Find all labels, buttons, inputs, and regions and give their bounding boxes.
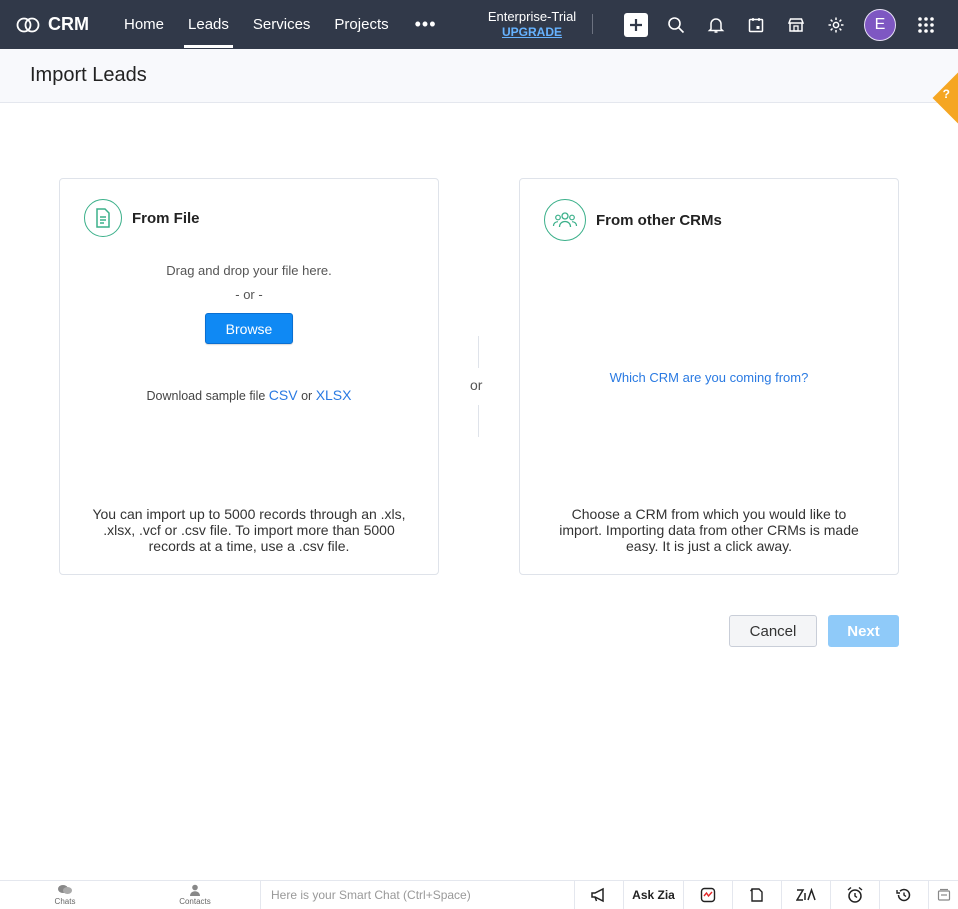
notifications-button[interactable] (696, 0, 736, 49)
brand-name: CRM (48, 14, 89, 34)
from-crm-card: From other CRMs Which CRM are you coming… (519, 178, 899, 575)
tab-services[interactable]: Services (241, 0, 323, 49)
top-icon-group: E (616, 0, 946, 49)
top-nav-bar: CRM Home Leads Services Projects ••• Ent… (0, 0, 958, 49)
reminders-button[interactable] (830, 881, 879, 909)
trial-info: Enterprise-Trial UPGRADE (476, 9, 588, 39)
from-file-footer: You can import up to 5000 records throug… (92, 506, 406, 554)
activity-button[interactable] (683, 881, 732, 909)
plan-name: Enterprise-Trial (487, 9, 577, 24)
crm-logo[interactable]: CRM (16, 14, 112, 35)
ask-zia-button[interactable]: Ask Zia (623, 881, 683, 909)
gear-icon (828, 17, 844, 32)
bottom-bar: Chats Contacts Here is your Smart Chat (… (0, 880, 958, 909)
tab-projects[interactable]: Projects (322, 0, 400, 49)
separator-line-bottom (478, 405, 479, 437)
from-file-title: From File (132, 209, 200, 227)
from-crm-header: From other CRMs (544, 199, 722, 241)
search-button[interactable] (656, 0, 696, 49)
sample-prefix: Download sample file (146, 389, 266, 403)
next-button[interactable]: Next (828, 615, 899, 647)
or-text: - or - (235, 287, 263, 302)
xlsx-sample-link[interactable]: XLSX (316, 387, 352, 403)
zia-button[interactable] (781, 881, 830, 909)
megaphone-icon (591, 887, 604, 903)
marketplace-button[interactable] (776, 0, 816, 49)
calendar-button[interactable] (736, 0, 776, 49)
contacts-label: Contacts (179, 897, 211, 906)
from-file-header: From File (84, 199, 200, 237)
nav-divider (592, 14, 593, 34)
which-crm-link[interactable]: Which CRM are you coming from? (520, 370, 898, 385)
settings-button[interactable] (816, 0, 856, 49)
store-icon (787, 17, 805, 32)
upgrade-link[interactable]: UPGRADE (476, 25, 588, 39)
pulse-icon (700, 887, 716, 903)
drag-drop-text: Drag and drop your file here. (166, 263, 332, 278)
from-crm-title: From other CRMs (596, 211, 722, 229)
smart-chat-input[interactable]: Here is your Smart Chat (Ctrl+Space) (260, 881, 574, 909)
chats-label: Chats (54, 897, 76, 906)
plus-icon (630, 18, 642, 31)
create-button[interactable] (616, 0, 656, 49)
separator-or: or (470, 377, 483, 393)
chat-icon (58, 885, 72, 894)
note-icon (750, 888, 763, 902)
recent-history-button[interactable] (879, 881, 928, 909)
calendar-icon (748, 17, 764, 32)
csv-sample-link[interactable]: CSV (269, 387, 298, 403)
tab-leads[interactable]: Leads (176, 0, 241, 49)
sample-or: or (301, 389, 313, 403)
cancel-button[interactable]: Cancel (729, 615, 817, 647)
announcements-button[interactable] (574, 881, 623, 909)
crm-icon-wrapper (544, 199, 586, 241)
file-icon-wrapper (84, 199, 122, 237)
search-icon (668, 16, 685, 33)
browse-button[interactable]: Browse (205, 313, 293, 344)
bell-icon (707, 17, 725, 33)
user-avatar[interactable]: E (864, 8, 896, 41)
zia-icon (796, 888, 816, 901)
tab-home[interactable]: Home (112, 0, 176, 49)
document-icon (96, 208, 110, 228)
contact-icon (190, 884, 200, 896)
stack-icon (937, 888, 950, 901)
chats-button[interactable]: Chats (0, 881, 130, 909)
separator-line-top (478, 336, 479, 368)
from-file-card: From File Drag and drop your file here. … (59, 178, 439, 575)
from-crm-footer: Choose a CRM from which you would like t… (559, 506, 859, 554)
users-group-icon (552, 212, 578, 228)
alarm-clock-icon (847, 886, 863, 903)
sample-file-line: Download sample file CSV or XLSX (60, 387, 438, 403)
more-tabs-button[interactable]: ••• (401, 0, 451, 49)
help-icon[interactable]: ? (943, 87, 950, 101)
page-title: Import Leads (30, 64, 147, 86)
apps-button[interactable] (906, 0, 946, 49)
grid-icon (918, 16, 934, 33)
page-header: Import Leads (0, 49, 958, 103)
contacts-button[interactable]: Contacts (130, 881, 260, 909)
notes-button[interactable] (732, 881, 781, 909)
history-icon (896, 888, 911, 902)
main-tabs: Home Leads Services Projects ••• (112, 0, 451, 49)
crm-logo-icon (16, 17, 40, 32)
widgets-button[interactable] (928, 881, 958, 909)
